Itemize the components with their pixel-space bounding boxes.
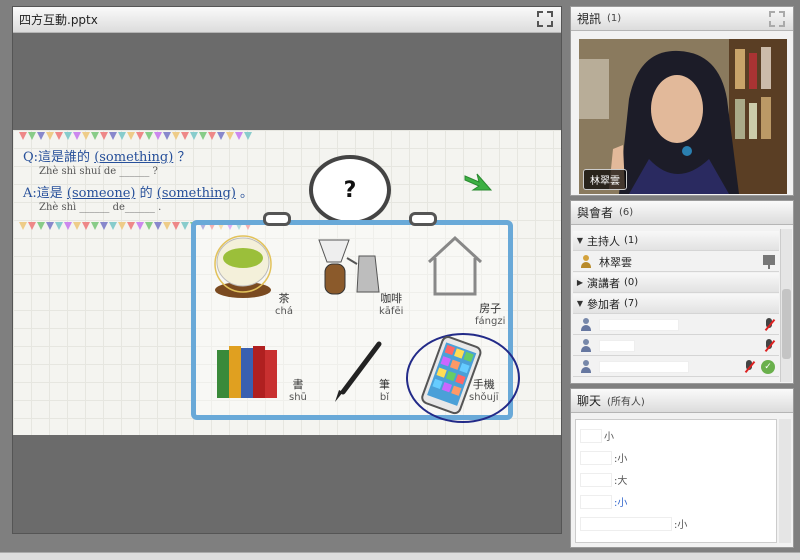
slide: Q:這是誰的 (something) ？ Zhè shì shuí de ___… — [13, 130, 561, 435]
presentation-title: 四方互動.pptx — [19, 13, 98, 27]
chat-scope: (所有人) — [607, 397, 645, 408]
answer-pinyin: Zhè shì ______ de______ . — [39, 202, 162, 213]
redacted-sender — [580, 428, 602, 443]
presenter-video[interactable]: 林翠雲 — [579, 39, 787, 194]
expand-arrow-icon: ▶ — [576, 278, 584, 287]
section-participants[interactable]: ▼ 參加者 (7) — [573, 294, 779, 314]
host-user-icon — [579, 254, 593, 269]
chat-header: 聊天 (所有人) — [571, 389, 793, 413]
fullscreen-icon[interactable] — [537, 11, 553, 27]
chat-pane: 聊天 (所有人) 小 :小 :大 :小 :小 — [570, 388, 794, 548]
chat-message: :小 — [580, 450, 627, 465]
attendee-row[interactable] — [573, 315, 779, 335]
answer-line: A:這是 (someone) 的 (something) 。 — [23, 186, 254, 201]
chat-message: 小 — [580, 428, 614, 443]
house-icon — [427, 235, 483, 296]
green-arrow-icon — [464, 173, 493, 191]
video-title: 視訊 — [577, 12, 602, 26]
presenter-name-tag: 林翠雲 — [583, 169, 627, 190]
redacted-sender — [580, 450, 612, 465]
tea-cup-icon — [214, 235, 272, 298]
attendees-header: 與會者 (6) — [571, 201, 793, 225]
redacted-sender — [580, 494, 612, 509]
chat-title: 聊天 — [577, 394, 602, 408]
redacted-sender — [580, 516, 672, 531]
chat-messages: 小 :小 :大 :小 :小 — [575, 419, 777, 543]
attendee-row[interactable]: ✓ — [573, 357, 779, 377]
scroll-thumb[interactable] — [782, 289, 791, 359]
bottom-status-bar — [0, 552, 800, 560]
attendees-pane: 與會者 (6) ▼ 主持人 (1) 林翠雲 ▶ 演講者 (0) ▼ 參加者 (7… — [570, 200, 794, 384]
mic-muted-icon[interactable] — [743, 359, 755, 374]
brush-pen-icon — [335, 341, 382, 402]
video-count: (1) — [607, 13, 622, 24]
frame-clip-right — [409, 212, 437, 226]
books-icon — [217, 346, 277, 398]
chat-message: :小 — [580, 516, 687, 531]
slide-area: Q:這是誰的 (something) ？ Zhè shì shuí de ___… — [13, 33, 561, 533]
chat-message: :小 — [580, 494, 627, 509]
label-book: 書 shū — [289, 378, 307, 403]
phone-icon — [406, 333, 520, 423]
video-header: 視訊 (1) — [571, 7, 793, 31]
frame-clip-left — [263, 212, 291, 226]
user-icon — [579, 317, 593, 332]
label-coffee: 咖啡 kāfēi — [379, 292, 404, 317]
redacted-name — [599, 339, 635, 352]
presentation-pane: 四方互動.pptx Q:這是誰的 (something) ？ Zhè shì s… — [12, 6, 562, 534]
user-icon — [579, 338, 593, 353]
redacted-sender — [580, 472, 612, 487]
question-bubble: ? — [309, 155, 391, 225]
section-hosts[interactable]: ▼ 主持人 (1) — [573, 231, 779, 251]
question-line: Q:這是誰的 (something) ？ — [23, 150, 191, 165]
attendees-title: 與會者 — [577, 206, 614, 220]
label-tea: 茶 chá — [275, 292, 293, 317]
attendee-row[interactable] — [573, 336, 779, 356]
label-phone: 手機 shǒujī — [469, 378, 499, 403]
section-speakers[interactable]: ▶ 演講者 (0) — [573, 273, 779, 293]
question-pinyin: Zhè shì shuí de ______ ? — [39, 166, 158, 177]
video-pane: 視訊 (1) 林翠雲 — [570, 6, 794, 196]
attendees-scrollbar[interactable] — [780, 229, 792, 382]
redacted-name — [599, 318, 679, 331]
attendees-count: (6) — [619, 207, 634, 218]
user-icon — [579, 359, 593, 374]
presenter-icon — [763, 255, 775, 269]
mic-muted-icon[interactable] — [763, 317, 775, 332]
status-ok-icon: ✓ — [761, 359, 775, 374]
collapse-arrow-icon: ▼ — [576, 236, 584, 245]
chat-scrollbar[interactable] — [779, 419, 791, 543]
label-house: 房子 fángzi — [475, 302, 506, 327]
mic-muted-icon[interactable] — [763, 338, 775, 353]
bunting-top-left — [19, 132, 253, 140]
attendee-row-host[interactable]: 林翠雲 — [573, 252, 779, 272]
label-pen: 筆 bǐ — [379, 378, 390, 403]
presentation-header: 四方互動.pptx — [13, 7, 561, 33]
video-fullscreen-icon[interactable] — [769, 11, 785, 27]
redacted-name — [599, 360, 689, 373]
collapse-arrow-icon: ▼ — [576, 299, 584, 308]
chat-message: :大 — [580, 472, 627, 487]
